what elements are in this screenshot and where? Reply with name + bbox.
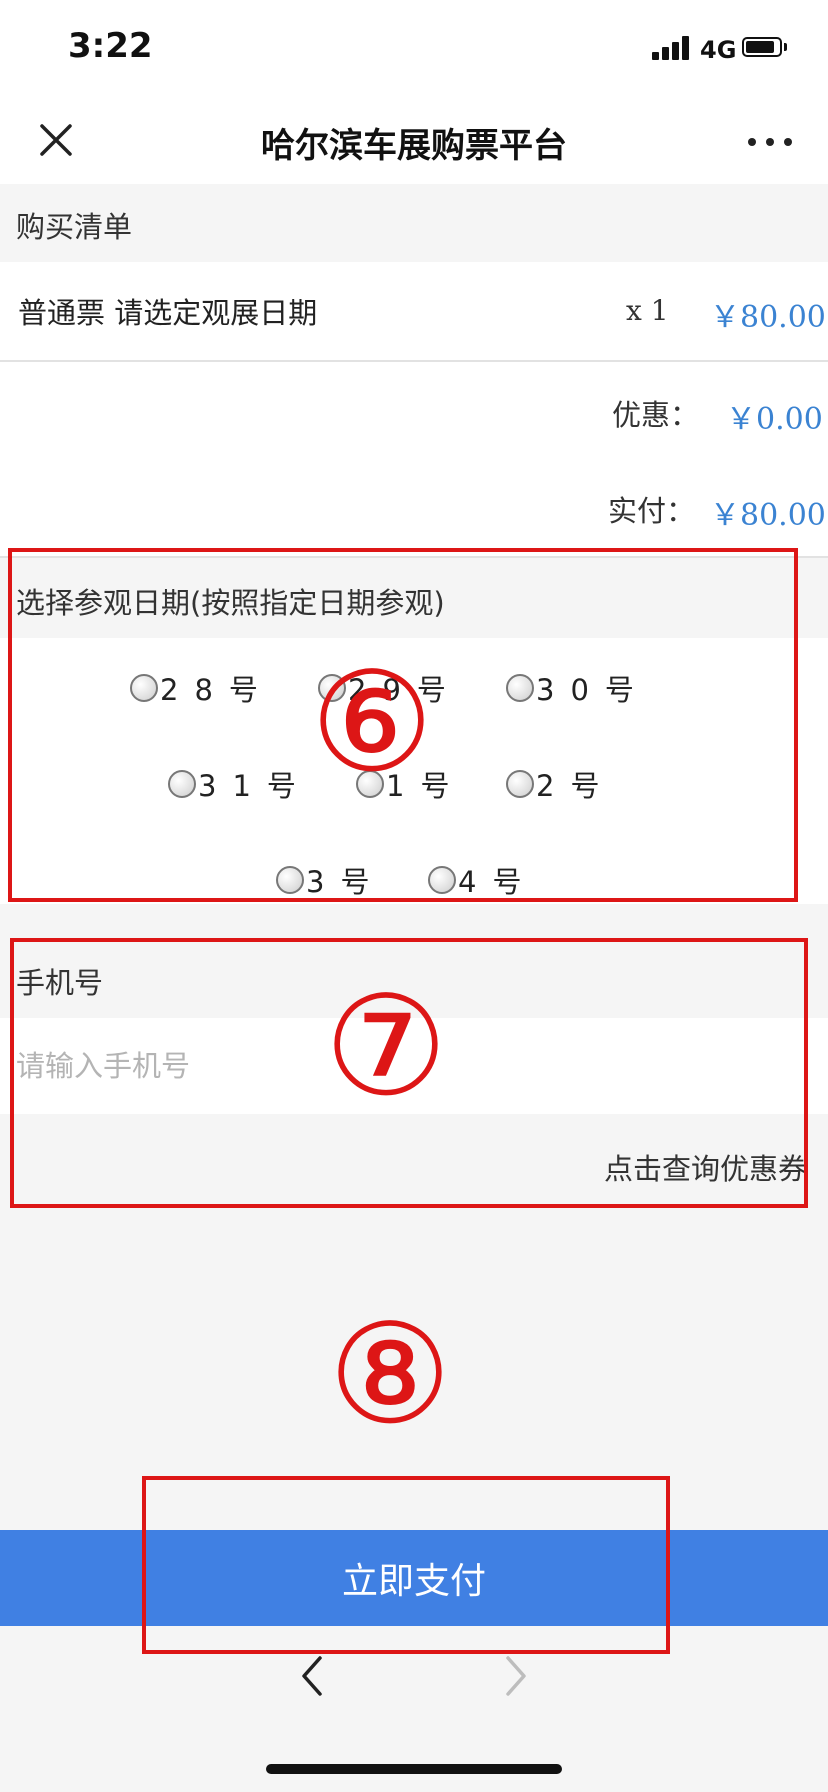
- radio-icon[interactable]: [168, 770, 196, 798]
- date-option-31[interactable]: 31号: [168, 764, 312, 804]
- page-title: 哈尔滨车展购票平台: [261, 126, 567, 166]
- radio-icon[interactable]: [428, 866, 456, 894]
- annotation-number-6: ⑥: [310, 642, 434, 803]
- more-icon[interactable]: [748, 138, 792, 148]
- date-option-3[interactable]: 3号: [276, 860, 385, 900]
- date-section-title: 选择参观日期(按照指定日期参观): [16, 586, 445, 620]
- order-item-name: 普通票 请选定观展日期: [18, 296, 318, 330]
- radio-icon[interactable]: [506, 674, 534, 702]
- order-summary: [0, 362, 828, 558]
- annotation-number-8: ⑧: [328, 1294, 452, 1455]
- order-item-quantity: x 1: [626, 294, 669, 327]
- phone-section-title: 手机号: [16, 966, 104, 1000]
- order-item-price: ￥80.00: [710, 300, 826, 335]
- signal-icon: [652, 36, 692, 60]
- radio-icon[interactable]: [276, 866, 304, 894]
- coupon-query-link[interactable]: 点击查询优惠券: [604, 1146, 807, 1188]
- paid-value: ￥80.00: [710, 498, 826, 533]
- status-time: 3:22: [68, 26, 153, 66]
- network-type: 4G: [700, 36, 737, 64]
- pay-now-label: 立即支付: [341, 1561, 486, 1602]
- chevron-right-icon[interactable]: [500, 1654, 530, 1698]
- chevron-left-icon[interactable]: [298, 1654, 328, 1698]
- paid-label: 实付：: [608, 494, 696, 528]
- radio-icon[interactable]: [506, 770, 534, 798]
- order-section-title: 购买清单: [16, 210, 133, 244]
- pay-now-button[interactable]: 立即支付: [0, 1530, 828, 1626]
- battery-icon: [742, 37, 782, 57]
- date-option-4[interactable]: 4号: [428, 860, 537, 900]
- radio-icon[interactable]: [130, 674, 158, 702]
- battery-tip: [784, 43, 787, 51]
- annotation-number-7: ⑦: [324, 966, 448, 1127]
- home-indicator: [266, 1764, 562, 1774]
- discount-value: ￥0.00: [726, 402, 823, 437]
- date-option-30[interactable]: 30号: [506, 668, 650, 708]
- discount-label: 优惠：: [612, 398, 700, 432]
- date-option-28[interactable]: 28号: [130, 668, 274, 708]
- date-option-2[interactable]: 2号: [506, 764, 615, 804]
